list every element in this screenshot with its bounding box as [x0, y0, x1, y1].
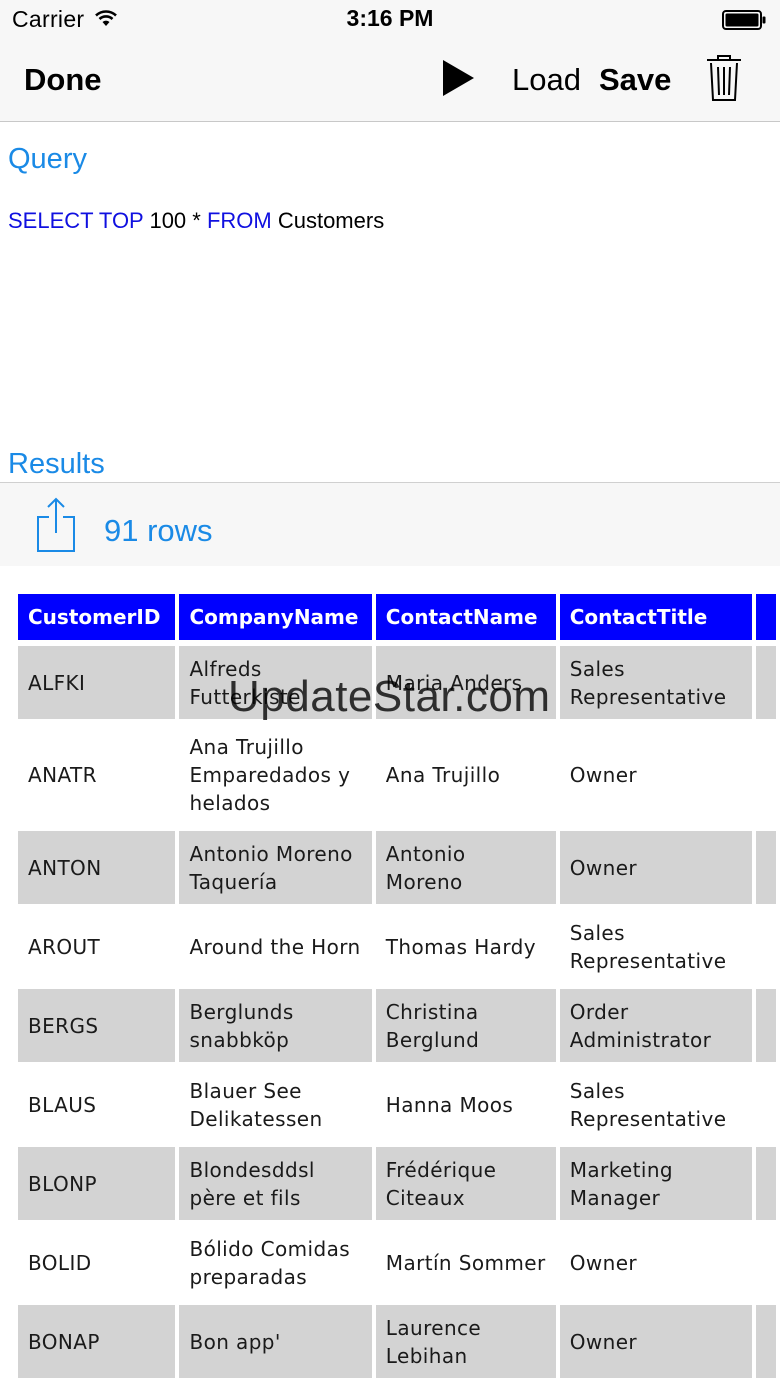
battery-icon: [722, 10, 766, 30]
column-header-truncated[interactable]: [755, 594, 776, 640]
table-row[interactable]: AROUT Around the Horn Thomas Hardy Sales…: [18, 910, 776, 983]
table-row[interactable]: ANTON Antonio Moreno Taquería Antonio Mo…: [18, 831, 776, 904]
cell-contacttitle: Sales Representative: [569, 1078, 727, 1131]
column-header-contactname[interactable]: ContactName: [375, 594, 556, 640]
table-row[interactable]: BONAP Bon app' Laurence Lebihan Owner: [18, 1305, 776, 1378]
status-time: 3:16 PM: [346, 5, 434, 31]
results-table: CustomerID CompanyName ContactName Conta…: [14, 588, 780, 1384]
cell-contacttitle: Owner: [569, 1250, 638, 1275]
navigation-bar: Done Load Save: [0, 40, 780, 122]
cell-customerid: BOLID: [28, 1250, 92, 1275]
cell-customerid: BLAUS: [28, 1092, 97, 1117]
play-icon[interactable]: [440, 58, 476, 98]
cell-customerid: AROUT: [28, 934, 101, 959]
load-button[interactable]: Load: [512, 62, 581, 98]
cell-customerid: BERGS: [18, 989, 176, 1062]
cell-companyname: Ana Trujillo Emparedados y helados: [189, 735, 351, 815]
cell-contactname: Christina Berglund: [375, 989, 556, 1062]
trash-icon[interactable]: [704, 54, 744, 102]
table-row[interactable]: ANATR Ana Trujillo Emparedados y helados…: [18, 725, 776, 825]
table-row[interactable]: BOLID Bólido Comidas preparadas Martín S…: [18, 1226, 776, 1299]
cell-contactname: Maria Anders: [375, 646, 556, 719]
query-editor[interactable]: SELECT TOP 100 * FROM Customers: [8, 208, 384, 234]
results-section-label: Results: [8, 448, 105, 480]
cell-companyname: Bon app': [179, 1305, 372, 1378]
cell-customerid: BLONP: [18, 1147, 176, 1220]
cell-truncated: [755, 1305, 776, 1378]
cell-customerid: ANTON: [18, 831, 176, 904]
cell-truncated: [755, 646, 776, 719]
sql-limit: 100 *: [143, 208, 207, 233]
results-toolbar: 91 rows: [0, 482, 780, 566]
cell-companyname: Alfreds Futterkiste: [179, 646, 372, 719]
save-button[interactable]: Save: [599, 62, 671, 98]
sql-table-name: Customers: [271, 208, 385, 233]
cell-contactname: Thomas Hardy: [385, 934, 536, 959]
table-row[interactable]: BLAUS Blauer See Delikatessen Hanna Moos…: [18, 1068, 776, 1141]
cell-truncated: [755, 989, 776, 1062]
table-row[interactable]: ALFKI Alfreds Futterkiste Maria Anders S…: [18, 646, 776, 719]
column-header-companyname[interactable]: CompanyName: [179, 594, 372, 640]
results-table-container[interactable]: CustomerID CompanyName ContactName Conta…: [0, 566, 780, 1387]
column-header-contacttitle[interactable]: ContactTitle: [559, 594, 752, 640]
cell-contacttitle: Marketing Manager: [559, 1147, 752, 1220]
cell-contacttitle: Owner: [569, 763, 638, 787]
done-button[interactable]: Done: [24, 62, 102, 98]
sql-keyword-from: FROM: [206, 208, 272, 233]
cell-truncated: [756, 1226, 776, 1299]
cell-contactname: Martín Sommer: [385, 1250, 546, 1275]
table-row[interactable]: BLONP Blondesddsl père et fils Frédériqu…: [18, 1147, 776, 1220]
cell-contacttitle: Owner: [559, 1305, 752, 1378]
cell-contactname: Ana Trujillo: [385, 763, 501, 787]
cell-contactname: Antonio Moreno: [375, 831, 556, 904]
cell-contactname: Frédérique Citeaux: [375, 1147, 556, 1220]
cell-contacttitle: Sales Representative: [559, 646, 752, 719]
status-bar: Carrier 3:16 PM: [0, 0, 780, 40]
cell-companyname: Blauer See Delikatessen: [189, 1078, 323, 1131]
cell-truncated: [755, 831, 776, 904]
cell-truncated: [756, 910, 776, 983]
table-row[interactable]: BERGS Berglunds snabbköp Christina Bergl…: [18, 989, 776, 1062]
cell-companyname: Berglunds snabbköp: [179, 989, 372, 1062]
cell-companyname: Around the Horn: [189, 934, 361, 959]
cell-contacttitle: Sales Representative: [569, 920, 727, 973]
cell-truncated: [756, 1068, 776, 1141]
cell-truncated: [755, 1147, 776, 1220]
cell-companyname: Antonio Moreno Taquería: [179, 831, 372, 904]
query-section-label: Query: [8, 143, 87, 175]
cell-contacttitle: Owner: [559, 831, 752, 904]
cell-contactname: Hanna Moos: [385, 1092, 514, 1117]
cell-contactname: Laurence Lebihan: [375, 1305, 556, 1378]
cell-truncated: [756, 725, 776, 825]
cell-companyname: Blondesddsl père et fils: [179, 1147, 372, 1220]
column-header-customerid[interactable]: CustomerID: [18, 594, 176, 640]
cell-contacttitle: Order Administrator: [559, 989, 752, 1062]
row-count-label: 91 rows: [104, 513, 213, 548]
cell-customerid: ANATR: [28, 763, 97, 787]
cell-customerid: ALFKI: [18, 646, 176, 719]
sql-keyword-select-top: SELECT TOP: [8, 208, 144, 233]
cell-customerid: BONAP: [18, 1305, 176, 1378]
cell-companyname: Bólido Comidas preparadas: [189, 1236, 351, 1289]
table-header-row: CustomerID CompanyName ContactName Conta…: [18, 594, 776, 640]
share-icon[interactable]: [36, 497, 76, 553]
